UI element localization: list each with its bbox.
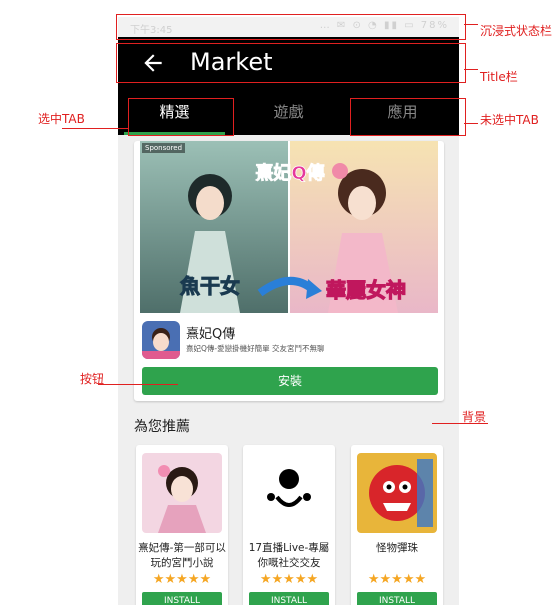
app-description: 熹妃Q傳-愛戀掛機好簡單 交友宮鬥不無聊 [186,344,325,353]
unselected-tab-highlight-box [350,98,466,136]
featured-banner[interactable]: 熹妃Q傳 魚干女 華麗女神 [140,141,438,313]
app-name: 熹妃傳-第一部可以玩的宮鬥小說 [138,542,226,569]
star-rating: ★★★★★ [367,572,427,587]
tab-label: 遊戲 [273,103,304,121]
unselected-tab-leader-line [464,123,478,124]
banner-logo-text: 熹妃Q傳 [255,162,324,184]
statusbar-annotation: 沉浸式状态栏 [480,24,553,38]
app-icon [142,321,180,359]
background-leader-line [432,423,488,424]
app-name: 怪物彈珠 [376,542,418,554]
install-button[interactable]: INSTALL [249,592,329,605]
selected-tab-leader-line [62,128,128,129]
statusbar-leader-line [464,24,478,25]
star-rating: ★★★★★ [259,572,319,587]
install-button[interactable]: INSTALL [142,592,222,605]
app-name: 熹妃Q傳 [186,327,236,342]
recommend-card[interactable]: 熹妃傳-第一部可以玩的宮鬥小說 ★★★★★ INSTALL [136,445,228,605]
selected-tab-highlight-box [128,98,234,136]
sponsored-badge: Sponsored [142,143,186,153]
banner-right-text: 華麗女神 [326,278,406,302]
app-name: 17直播Live-專屬你嘅社交交友 [248,542,330,569]
featured-ad-card[interactable]: 熹妃Q傳 魚干女 華麗女神 Sponsored 熹妃Q傳 熹妃Q傳-愛戀掛機好簡… [134,141,444,401]
tab-games[interactable]: 遊戲 [232,95,345,135]
app-thumbnail [142,453,222,533]
statusbar-highlight-box [116,14,466,40]
app-thumbnail [249,453,329,533]
install-button[interactable]: INSTALL [357,592,437,605]
banner-left-text: 魚干女 [180,274,240,298]
recommend-card[interactable]: 17直播Live-專屬你嘅社交交友 ★★★★★ INSTALL [243,445,335,605]
featured-app-row[interactable]: 熹妃Q傳 熹妃Q傳-愛戀掛機好簡單 交友宮鬥不無聊 [142,321,438,361]
unselected-tab-annotation: 未选中TAB [480,113,539,127]
titlebar-leader-line [464,69,478,70]
titlebar-highlight-box [116,43,466,83]
selected-tab-annotation: 选中TAB [38,112,85,126]
button-leader-line [98,384,178,385]
titlebar-annotation: Title栏 [480,70,518,84]
install-button[interactable]: 安裝 [142,367,438,395]
app-thumbnail [357,453,437,533]
recommend-card[interactable]: 怪物彈珠 ★★★★★ INSTALL [351,445,443,605]
section-title: 為您推薦 [134,419,190,435]
star-rating: ★★★★★ [152,572,212,587]
